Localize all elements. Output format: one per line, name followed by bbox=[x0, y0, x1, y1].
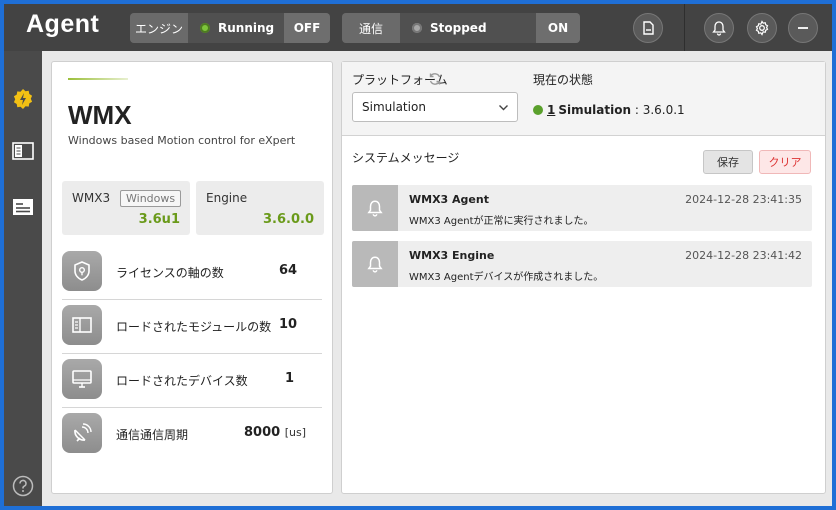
comm-label: 通信 bbox=[342, 13, 400, 43]
stat-icon-box bbox=[62, 305, 102, 345]
module-icon bbox=[72, 317, 92, 333]
stat-value: 10 bbox=[279, 317, 298, 332]
platform-section: プラットフォーム 現在の状態 Simulation 1 Simulation : bbox=[342, 62, 825, 136]
message-time: 2024-12-28 23:41:42 bbox=[685, 249, 802, 262]
message-item: WMX3 Agent 2024-12-28 23:41:35 WMX3 Agen… bbox=[352, 185, 812, 231]
message-title: WMX3 Engine bbox=[409, 249, 495, 262]
lightning-icon bbox=[13, 89, 33, 109]
app-title: Agent bbox=[26, 10, 100, 38]
sidebar-item-modules[interactable] bbox=[11, 139, 35, 163]
state-version: 3.6.0.1 bbox=[642, 103, 685, 117]
comm-control: 通信 Stopped ON bbox=[342, 13, 580, 43]
message-icon-box bbox=[352, 241, 398, 287]
comm-on-button[interactable]: ON bbox=[536, 13, 580, 43]
sd-card-button[interactable] bbox=[633, 13, 663, 43]
sidebar-item-devices[interactable] bbox=[11, 195, 35, 219]
current-state-label: 現在の状態 bbox=[533, 73, 594, 87]
version-card-engine: Engine 3.6.0.0 bbox=[196, 181, 324, 235]
current-state: 1 Simulation : 3.6.0.1 bbox=[533, 103, 685, 117]
version-value: 3.6u1 bbox=[138, 212, 180, 227]
stat-value: 1 bbox=[285, 371, 295, 386]
product-title: WMX bbox=[68, 100, 132, 130]
stat-icon-box bbox=[62, 413, 102, 453]
os-badge: Windows bbox=[120, 190, 182, 207]
product-subtitle: Windows based Motion control for eXpert bbox=[68, 134, 296, 147]
state-dot-icon bbox=[533, 105, 543, 115]
stat-row-devices: ロードされたデバイス数 1 bbox=[62, 354, 322, 408]
version-name: Engine bbox=[206, 191, 248, 205]
stat-row-modules: ロードされたモジュールの数 10 bbox=[62, 300, 322, 354]
message-title: WMX3 Agent bbox=[409, 193, 489, 206]
engine-label: エンジン bbox=[130, 13, 188, 43]
header-bar: Agent エンジン Running OFF 通信 Stopped ON bbox=[4, 4, 832, 51]
version-value: 3.6.0.0 bbox=[263, 212, 314, 227]
message-body: WMX3 Agentが正常に実行されました。 bbox=[409, 216, 594, 227]
version-name: WMX3 bbox=[72, 191, 111, 205]
monitor-icon bbox=[72, 370, 92, 388]
refresh-icon[interactable] bbox=[428, 72, 442, 86]
comm-status-text: Stopped bbox=[430, 21, 487, 35]
state-index: 1 bbox=[547, 103, 556, 117]
clear-button[interactable]: クリア bbox=[759, 150, 811, 174]
message-body: WMX3 Agentデバイスが作成されました。 bbox=[409, 272, 604, 283]
system-message-title: システムメッセージ bbox=[352, 151, 460, 165]
save-button[interactable]: 保存 bbox=[703, 150, 753, 174]
stat-label: ロードされたデバイス数 bbox=[116, 374, 248, 388]
header-divider bbox=[684, 4, 685, 51]
stat-icon-box bbox=[62, 359, 102, 399]
sd-card-icon bbox=[643, 21, 654, 35]
notifications-button[interactable] bbox=[704, 13, 734, 43]
help-icon bbox=[12, 475, 34, 497]
message-item: WMX3 Engine 2024-12-28 23:41:42 WMX3 Age… bbox=[352, 241, 812, 287]
message-time: 2024-12-28 23:41:35 bbox=[685, 193, 802, 206]
bell-icon bbox=[367, 200, 383, 217]
minimize-button[interactable] bbox=[788, 13, 818, 43]
accent-line bbox=[68, 78, 128, 80]
gear-icon bbox=[755, 20, 769, 36]
engine-status-text: Running bbox=[218, 21, 275, 35]
satellite-dish-icon bbox=[74, 423, 92, 442]
settings-button[interactable] bbox=[747, 13, 777, 43]
stat-icon-box bbox=[62, 251, 102, 291]
stat-value: 64 bbox=[279, 263, 298, 278]
platform-select[interactable]: Simulation bbox=[352, 92, 518, 122]
running-dot-icon bbox=[200, 23, 210, 33]
version-card-wmx3: WMX3 Windows 3.6u1 bbox=[62, 181, 190, 235]
stat-unit: [us] bbox=[284, 426, 307, 439]
chevron-down-icon bbox=[499, 105, 508, 111]
module-panel-icon bbox=[12, 142, 34, 160]
stat-row-axes: ライセンスの軸の数 64 bbox=[62, 246, 322, 300]
sidebar-item-dashboard[interactable] bbox=[11, 87, 35, 111]
app-window: Agent エンジン Running OFF 通信 Stopped ON WMX… bbox=[4, 4, 832, 506]
stopped-dot-icon bbox=[412, 23, 422, 33]
platform-select-value: Simulation bbox=[362, 100, 426, 114]
minimize-icon bbox=[798, 27, 808, 29]
id-card-icon bbox=[13, 199, 33, 215]
sidebar bbox=[4, 51, 42, 506]
engine-control: エンジン Running OFF bbox=[130, 13, 330, 43]
engine-off-button[interactable]: OFF bbox=[284, 13, 330, 43]
help-button[interactable] bbox=[11, 474, 35, 498]
comm-status: Stopped bbox=[400, 13, 536, 43]
bell-icon bbox=[712, 21, 726, 36]
stat-label: ライセンスの軸の数 bbox=[116, 266, 224, 280]
stat-value: 8000 [us] bbox=[244, 425, 307, 440]
location-shield-icon bbox=[74, 261, 90, 281]
system-info-panel: WMX Windows based Motion control for eXp… bbox=[51, 61, 333, 494]
stat-row-cycle: 通信通信周期 8000 [us] bbox=[62, 408, 322, 462]
message-icon-box bbox=[352, 185, 398, 231]
engine-status: Running bbox=[188, 13, 284, 43]
stat-label: ロードされたモジュールの数 bbox=[116, 320, 272, 334]
stat-label: 通信通信周期 bbox=[116, 428, 189, 442]
platform-panel: プラットフォーム 現在の状態 Simulation 1 Simulation : bbox=[341, 61, 826, 494]
state-name: Simulation bbox=[558, 103, 632, 117]
bell-icon bbox=[367, 256, 383, 273]
state-separator: : bbox=[631, 103, 643, 117]
